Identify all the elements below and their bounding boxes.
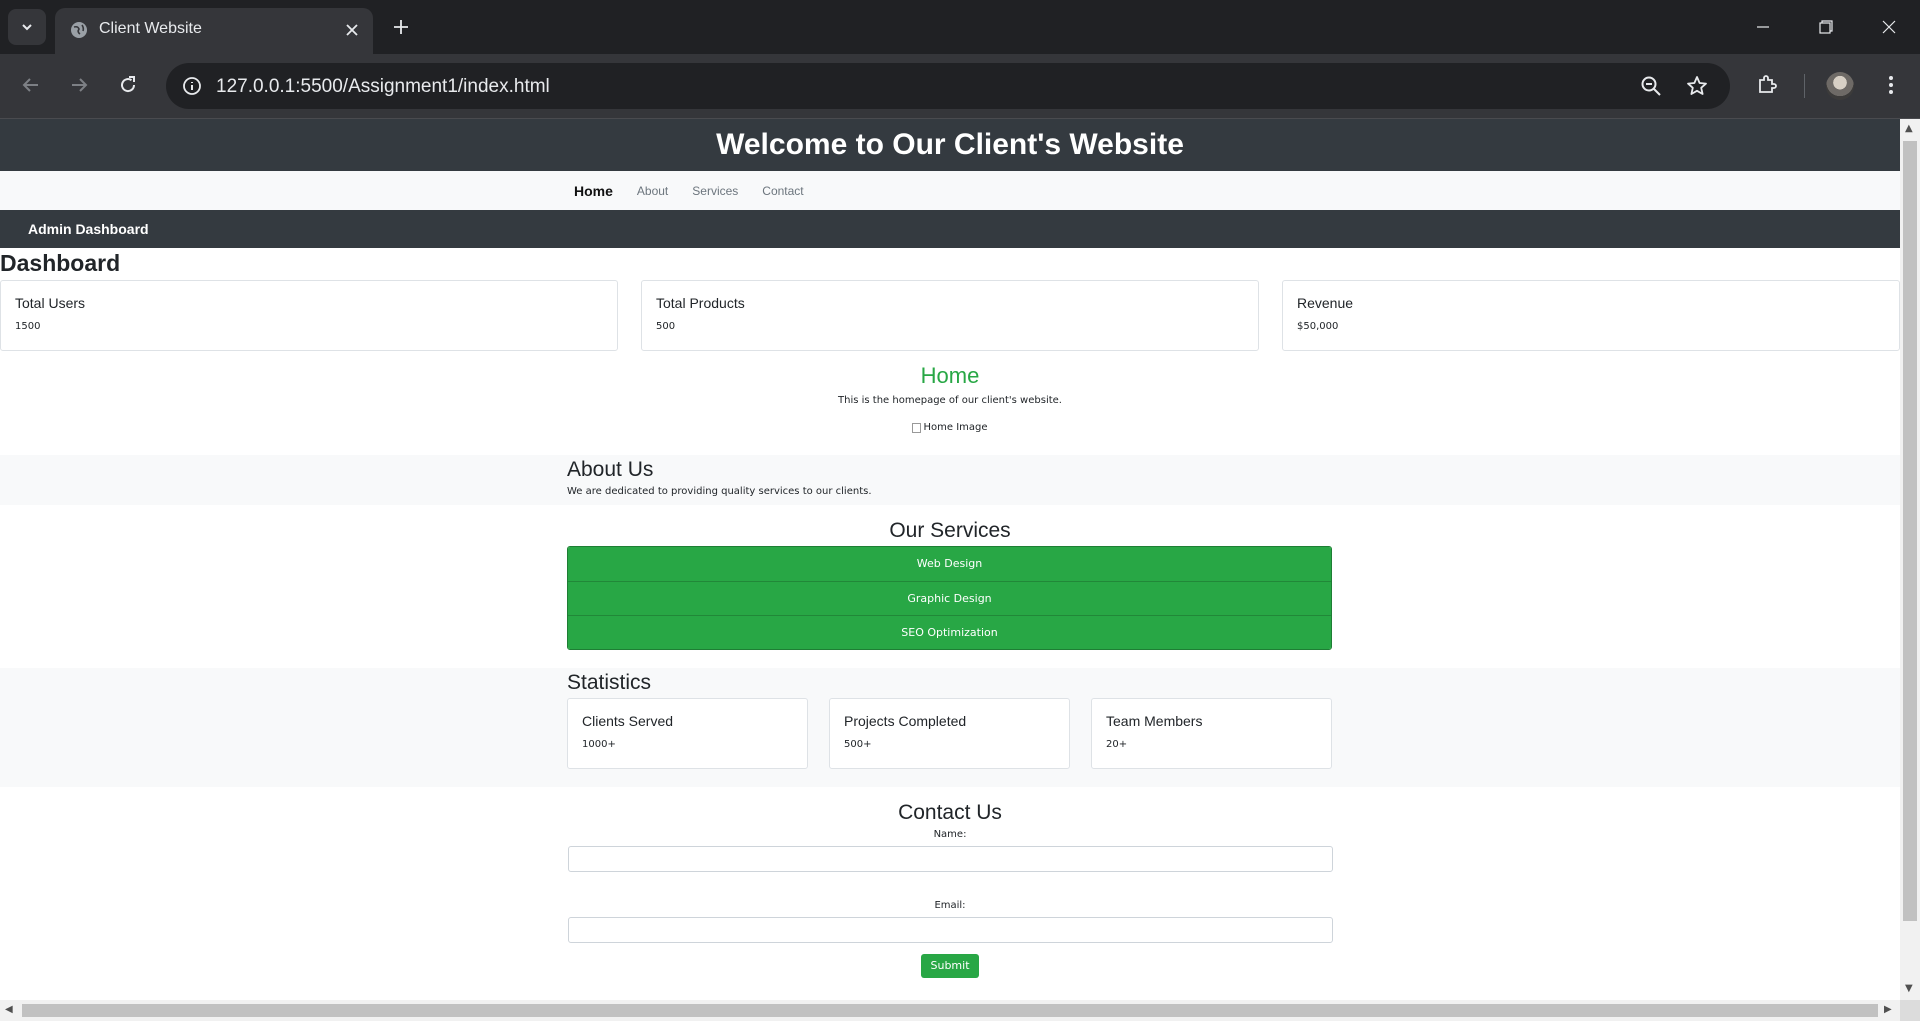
extensions-button[interactable] (1750, 68, 1784, 102)
minimize-button[interactable] (1740, 8, 1786, 46)
nav-link-contact[interactable]: Contact (762, 184, 803, 198)
profile-avatar[interactable] (1826, 72, 1854, 100)
address-bar[interactable]: 127.0.0.1:5500/Assignment1/index.html (166, 63, 1730, 109)
statistics-heading: Statistics (567, 671, 652, 694)
browser-tab[interactable]: Client Website (55, 8, 373, 54)
statistics-section: Statistics Clients Served 1000+ Projects… (0, 668, 1900, 787)
home-image: Home Image (912, 422, 988, 433)
restore-icon (1819, 20, 1833, 34)
new-tab-button[interactable] (386, 12, 416, 42)
browser-tab-bar: Client Website (0, 0, 1920, 54)
nav-link-home[interactable]: Home (574, 183, 613, 199)
url-text: 127.0.0.1:5500/Assignment1/index.html (216, 76, 550, 97)
browser-menu-button[interactable] (1874, 68, 1908, 102)
star-icon (1687, 76, 1707, 95)
service-item-web-design: Web Design (568, 547, 1331, 581)
restore-button[interactable] (1803, 8, 1849, 46)
home-text: This is the homepage of our client's web… (838, 395, 1062, 406)
card-value: 1500 (15, 321, 41, 332)
chevron-down-icon (22, 24, 32, 31)
dashboard-card-revenue: Revenue $50,000 (1282, 280, 1900, 351)
tab-title: Client Website (99, 20, 202, 37)
home-heading: Home (920, 363, 980, 388)
globe-icon (71, 22, 87, 38)
email-label: Email: (934, 900, 966, 911)
arrow-left-icon (22, 78, 38, 92)
card-title: Total Users (15, 295, 86, 311)
browser-toolbar: 127.0.0.1:5500/Assignment1/index.html (0, 54, 1920, 119)
dashboard-title: Dashboard (0, 250, 121, 276)
card-title: Total Products (656, 295, 745, 311)
dashboard-card-total-products: Total Products 500 (641, 280, 1259, 351)
more-vertical-icon (1889, 76, 1893, 94)
forward-button[interactable] (62, 68, 96, 102)
card-value: 500+ (844, 739, 872, 750)
close-window-button[interactable] (1866, 8, 1912, 46)
card-value: $50,000 (1297, 321, 1339, 332)
zoom-button[interactable] (1637, 72, 1665, 100)
close-icon (1882, 20, 1896, 34)
broken-image-icon (912, 422, 922, 433)
dashboard-card-total-users: Total Users 1500 (0, 280, 618, 351)
services-section: Our Services Web Design Graphic Design S… (0, 505, 1900, 668)
zoom-out-icon (1641, 76, 1661, 96)
horizontal-scroll-thumb[interactable] (22, 1004, 1878, 1017)
page-viewport: Welcome to Our Client's Website Home Abo… (0, 119, 1900, 1000)
reload-button[interactable] (111, 68, 145, 102)
stat-card-team-members: Team Members 20+ (1091, 698, 1332, 769)
about-text: We are dedicated to providing quality se… (567, 486, 872, 497)
site-info-button[interactable] (178, 72, 206, 100)
toolbar-divider (1804, 74, 1805, 98)
contact-section: Contact Us Name: Email: Submit (0, 787, 1900, 978)
home-image-alt: Home Image (923, 422, 988, 433)
card-title: Team Members (1106, 713, 1203, 729)
nav-link-about[interactable]: About (637, 184, 668, 198)
reload-icon (121, 76, 136, 93)
service-item-seo: SEO Optimization (568, 615, 1331, 649)
vertical-scroll-thumb[interactable] (1903, 141, 1917, 921)
about-heading: About Us (567, 458, 654, 481)
back-button[interactable] (14, 68, 48, 102)
vertical-scrollbar[interactable]: ▲ ▼ (1900, 119, 1920, 1000)
card-value: 1000+ (582, 739, 616, 750)
card-title: Revenue (1297, 295, 1354, 311)
site-header: Welcome to Our Client's Website (0, 119, 1900, 171)
card-title: Clients Served (582, 713, 674, 729)
stat-card-projects-completed: Projects Completed 500+ (829, 698, 1070, 769)
statistics-cards: Clients Served 1000+ Projects Completed … (567, 698, 1332, 769)
about-section: About Us We are dedicated to providing q… (0, 455, 1900, 505)
close-tab-button[interactable] (341, 19, 363, 41)
plus-icon (394, 20, 408, 34)
scroll-right-arrow-icon[interactable]: ▶ (1884, 1004, 1892, 1015)
scroll-down-arrow-icon[interactable]: ▼ (1905, 983, 1913, 994)
services-heading: Our Services (889, 519, 1011, 542)
scroll-left-arrow-icon[interactable]: ◀ (5, 1004, 13, 1015)
name-field[interactable] (567, 846, 1333, 872)
info-icon (183, 77, 201, 95)
contact-heading: Contact Us (898, 801, 1002, 824)
arrow-right-icon (72, 78, 88, 92)
card-title: Projects Completed (844, 713, 967, 729)
puzzle-icon (1759, 75, 1777, 93)
dashboard-cards: Total Users 1500 Total Products 500 Reve… (0, 280, 1900, 351)
scrollbar-corner (1900, 1000, 1920, 1021)
scroll-up-arrow-icon[interactable]: ▲ (1905, 123, 1913, 134)
stat-card-clients-served: Clients Served 1000+ (567, 698, 808, 769)
card-value: 500 (656, 321, 676, 332)
name-label: Name: (933, 829, 967, 840)
services-list: Web Design Graphic Design SEO Optimizati… (567, 546, 1332, 650)
site-nav: Home About Services Contact (0, 171, 1900, 210)
minimize-icon (1757, 26, 1769, 28)
nav-link-services[interactable]: Services (692, 184, 738, 198)
card-value: 20+ (1106, 739, 1128, 750)
submit-button[interactable]: Submit (921, 954, 979, 978)
horizontal-scrollbar[interactable]: ◀ ▶ (0, 1000, 1900, 1021)
email-field[interactable] (567, 917, 1333, 943)
admin-dashboard-link[interactable]: Admin Dashboard (0, 210, 1900, 248)
service-item-graphic-design: Graphic Design (568, 581, 1331, 615)
tab-list-button[interactable] (8, 9, 46, 45)
close-icon (346, 24, 358, 36)
home-section: Home This is the homepage of our client'… (0, 351, 1900, 455)
bookmark-button[interactable] (1683, 72, 1711, 100)
